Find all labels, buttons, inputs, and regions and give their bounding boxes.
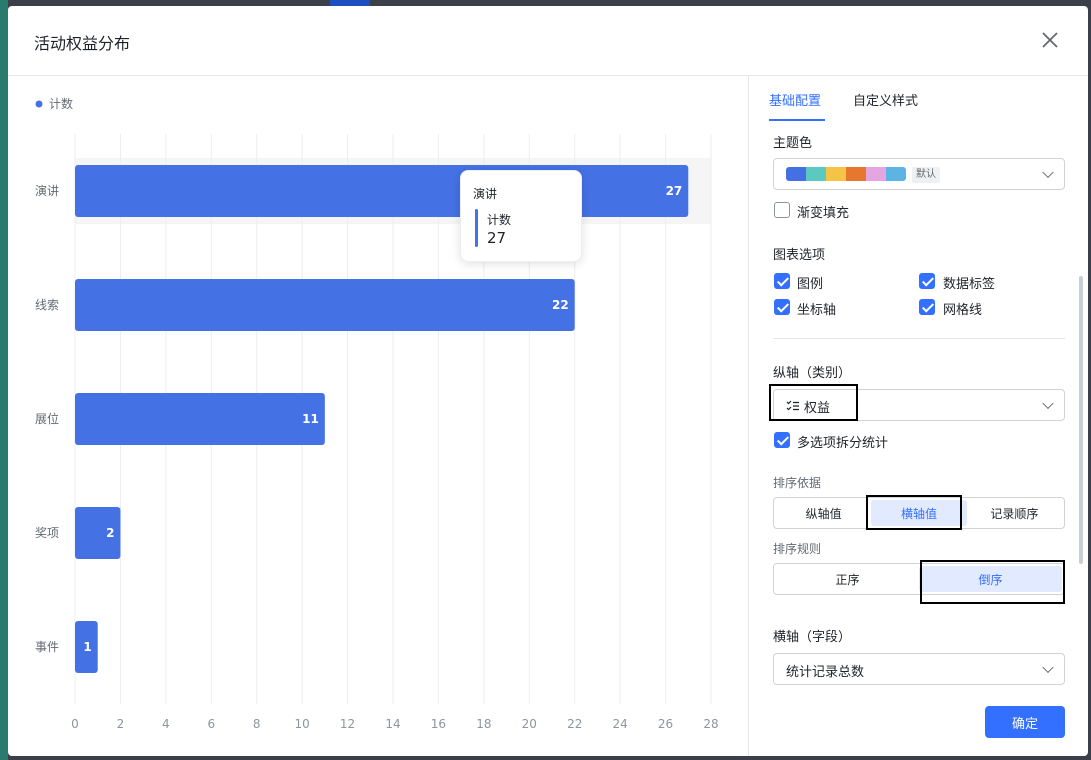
- color-swatch: [846, 167, 866, 181]
- horizontal-axis-value: 统计记录总数: [786, 665, 865, 680]
- y-category-label: 演讲: [35, 183, 59, 198]
- theme-color-select[interactable]: 默认: [773, 158, 1065, 190]
- bar: [75, 279, 575, 331]
- chevron-down-icon: [1042, 661, 1054, 674]
- data-label: 1: [83, 640, 91, 654]
- bar-chart: 0 2 4 6 8 10 12 14 16 18 20 22 24 26 28计数演讲 27线索 22展位 11奖…: [35, 96, 719, 731]
- y-category-label: 事件: [35, 640, 59, 654]
- color-swatch: [866, 167, 886, 181]
- split-stats-checkbox[interactable]: [774, 432, 790, 448]
- gradient-fill-label: 渐变填充: [797, 206, 850, 221]
- sort-rule-label: 排序规则: [773, 542, 822, 556]
- x-tick-label: 20: [522, 717, 537, 731]
- bar: [75, 165, 689, 217]
- legend-label: 计数: [49, 96, 73, 111]
- highlight-box: [920, 560, 1065, 604]
- sort-by-vertical-value[interactable]: 纵轴值: [776, 500, 871, 526]
- backdrop-strip: [0, 0, 8, 760]
- color-swatch: [786, 167, 806, 181]
- legend-option-label: 图例: [797, 277, 824, 292]
- horizontal-axis-label: 横轴（字段）: [773, 630, 852, 645]
- color-swatch: [886, 167, 906, 181]
- x-tick-label: 4: [162, 717, 170, 731]
- tab-basic-config[interactable]: 基础配置: [769, 90, 821, 109]
- chevron-down-icon: [1042, 397, 1054, 410]
- data-label: 2: [106, 526, 114, 540]
- gradient-fill-checkbox[interactable]: [774, 202, 790, 218]
- data-label: 27: [666, 184, 683, 198]
- sort-by-label: 排序依据: [773, 476, 822, 490]
- tooltip-title: 演讲: [473, 187, 498, 201]
- sort-ascending-option[interactable]: 正序: [776, 566, 919, 592]
- sort-by-record-order[interactable]: 记录顺序: [967, 500, 1062, 526]
- close-icon[interactable]: [1038, 28, 1062, 52]
- color-swatch: [806, 167, 826, 181]
- x-tick-label: 14: [385, 717, 400, 731]
- horizontal-axis-select[interactable]: 统计记录总数: [773, 653, 1065, 685]
- data-labels-option-label: 数据标签: [943, 277, 996, 292]
- gridlines-option-label: 网格线: [943, 303, 983, 318]
- data-label: 11: [302, 412, 319, 426]
- scrollbar[interactable]: [1079, 276, 1083, 564]
- config-panel: 基础配置 自定义样式 主题色 默认 渐变填充 图表选项 图例 数据标签 坐标轴: [748, 76, 1088, 756]
- x-tick-label: 8: [253, 717, 261, 731]
- chevron-down-icon: [1042, 166, 1054, 179]
- section-divider: [773, 338, 1065, 339]
- chart-area: 0 2 4 6 8 10 12 14 16 18 20 22 24 26 28 计数 演讲 27 线索 22 展位 11 奖…: [8, 76, 748, 756]
- axis-checkbox[interactable]: [774, 299, 790, 315]
- confirm-button[interactable]: 确定: [985, 706, 1065, 738]
- x-tick-label: 2: [117, 717, 125, 731]
- data-labels-checkbox[interactable]: [919, 273, 935, 289]
- color-palette-preview: [786, 167, 906, 181]
- legend-marker: [35, 100, 43, 108]
- x-tick-label: 18: [476, 717, 491, 731]
- bar: [75, 393, 325, 445]
- y-category-label: 奖项: [35, 526, 59, 540]
- x-tick-label: 12: [340, 717, 355, 731]
- tab-active-indicator: [769, 119, 825, 121]
- tooltip-series-name: 计数: [487, 213, 512, 227]
- config-tabs: 基础配置 自定义样式: [749, 76, 1088, 122]
- x-tick-label: 24: [613, 717, 628, 731]
- default-badge: 默认: [912, 167, 940, 183]
- x-tick-label: 16: [431, 717, 446, 731]
- x-tick-label: 10: [295, 717, 310, 731]
- theme-color-label: 主题色: [773, 136, 813, 151]
- tooltip-value: 27: [487, 229, 507, 247]
- x-tick-label: 28: [703, 717, 718, 731]
- gridlines-checkbox[interactable]: [919, 299, 935, 315]
- legend-checkbox[interactable]: [774, 273, 790, 289]
- chart-config-modal: 活动权益分布 0 2 4 6 8 10 12 14 16 18 20 22 24 26 28 计数 演讲 27 线索…: [8, 6, 1088, 756]
- x-tick-label: 6: [207, 717, 215, 731]
- axis-option-label: 坐标轴: [797, 303, 837, 318]
- x-tick-label: 0: [71, 717, 79, 731]
- color-swatch: [826, 167, 846, 181]
- vertical-axis-label: 纵轴（类别）: [773, 366, 852, 381]
- modal-title: 活动权益分布: [34, 34, 131, 53]
- highlight-box: [866, 495, 962, 530]
- split-stats-label: 多选项拆分统计: [797, 436, 889, 451]
- data-label: 22: [552, 298, 569, 312]
- y-category-label: 展位: [35, 411, 59, 426]
- tooltip-series-marker: [475, 209, 478, 247]
- highlight-box: [769, 384, 858, 421]
- modal-header: 活动权益分布: [8, 6, 1088, 76]
- tab-custom-style[interactable]: 自定义样式: [853, 90, 918, 109]
- y-category-label: 线索: [35, 298, 59, 312]
- x-tick-label: 22: [567, 717, 582, 731]
- chart-tooltip: 演讲 计数 27: [460, 170, 582, 262]
- x-tick-label: 26: [658, 717, 673, 731]
- chart-options-label: 图表选项: [773, 248, 826, 263]
